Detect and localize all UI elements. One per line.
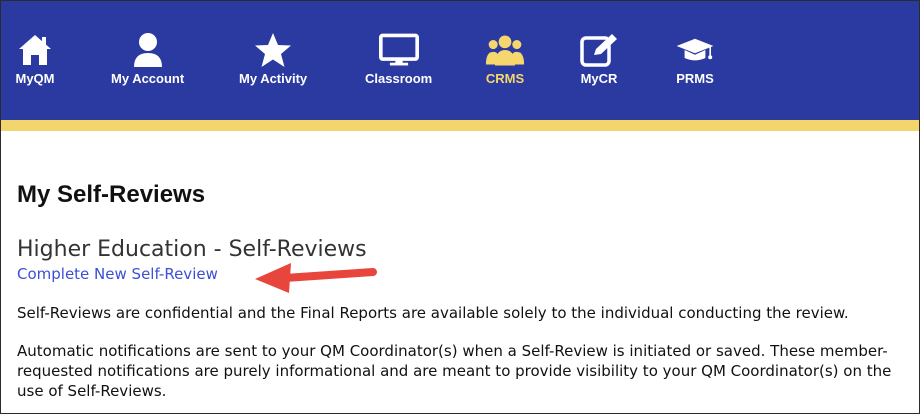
confidentiality-text: Self-Reviews are confidential and the Fi… (17, 304, 849, 322)
edit-icon (579, 31, 619, 69)
nav-label-crms: CRMS (485, 71, 525, 86)
nav-item-mycr[interactable]: MyCR (579, 31, 619, 86)
monitor-icon (378, 31, 419, 69)
star-icon (253, 31, 293, 69)
nav-item-prms[interactable]: PRMS (675, 31, 715, 86)
top-navigation-bar: MyQM My Account My Activity Classroom CR… (1, 1, 919, 120)
nav-label-my-account: My Account (111, 71, 185, 86)
group-icon (485, 31, 525, 69)
accent-bar (1, 120, 919, 131)
notification-text: Automatic notifications are sent to your… (17, 342, 892, 400)
nav-item-my-activity[interactable]: My Activity (239, 31, 307, 86)
page-title: My Self-Reviews (17, 181, 206, 208)
app-frame: MyQM My Account My Activity Classroom CR… (0, 0, 920, 414)
annotation-arrow-icon (255, 263, 377, 293)
nav-label-prms: PRMS (676, 71, 714, 86)
user-icon (128, 31, 168, 69)
nav-item-classroom[interactable]: Classroom (365, 31, 432, 86)
nav-label-classroom: Classroom (365, 71, 433, 86)
nav-item-crms[interactable]: CRMS (485, 31, 525, 86)
main-content: My Self-Reviews Higher Education - Self-… (17, 181, 907, 400)
nav-label-mycr: MyCR (580, 71, 618, 86)
nav-item-my-account[interactable]: My Account (111, 31, 184, 86)
nav-label-my-activity: My Activity (239, 71, 308, 86)
nav-label-myqm: MyQM (15, 71, 55, 86)
nav-item-myqm[interactable]: MyQM (15, 31, 55, 86)
complete-new-self-review-link[interactable]: Complete New Self-Review (17, 265, 218, 283)
graduation-cap-icon (675, 31, 715, 69)
home-icon (15, 31, 55, 69)
